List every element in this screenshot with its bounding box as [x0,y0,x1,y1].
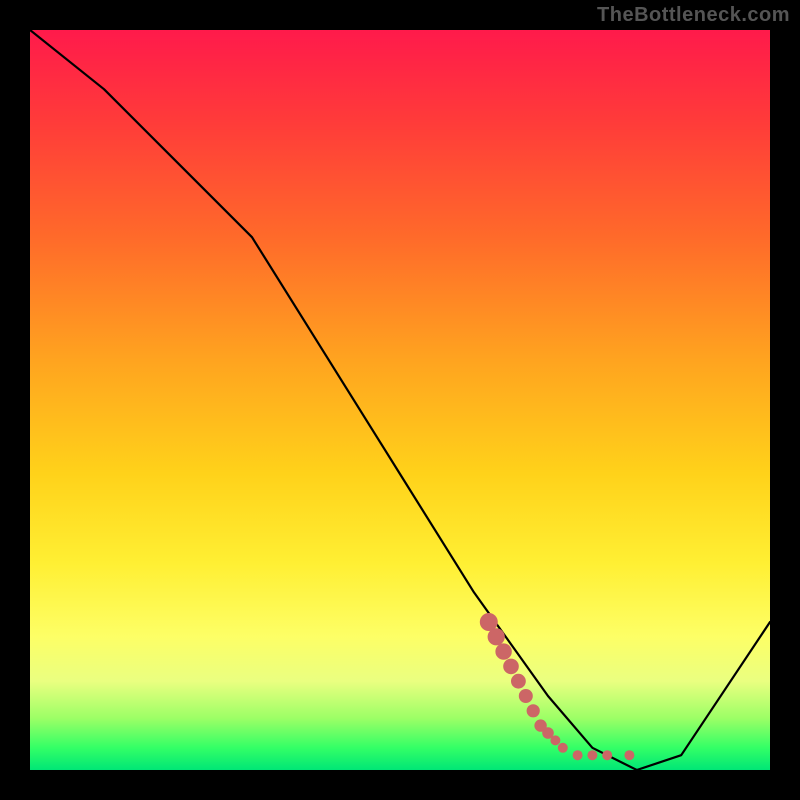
marker-dot [519,689,533,703]
marker-dot [573,750,583,760]
marker-dot [527,704,540,717]
marker-dot [503,659,519,675]
gradient-background [30,30,770,770]
main-curve [30,30,770,770]
watermark-text: TheBottleneck.com [597,4,790,27]
marker-dot [550,735,560,745]
chart-svg [30,30,770,770]
marker-group [480,613,635,760]
marker-dot [602,750,612,760]
marker-dot [558,743,568,753]
marker-dot [495,643,511,659]
marker-dot [488,628,505,645]
chart-container: TheBottleneck.com [0,0,800,800]
marker-dot [624,750,634,760]
marker-dot [587,750,597,760]
marker-dot [511,674,526,689]
